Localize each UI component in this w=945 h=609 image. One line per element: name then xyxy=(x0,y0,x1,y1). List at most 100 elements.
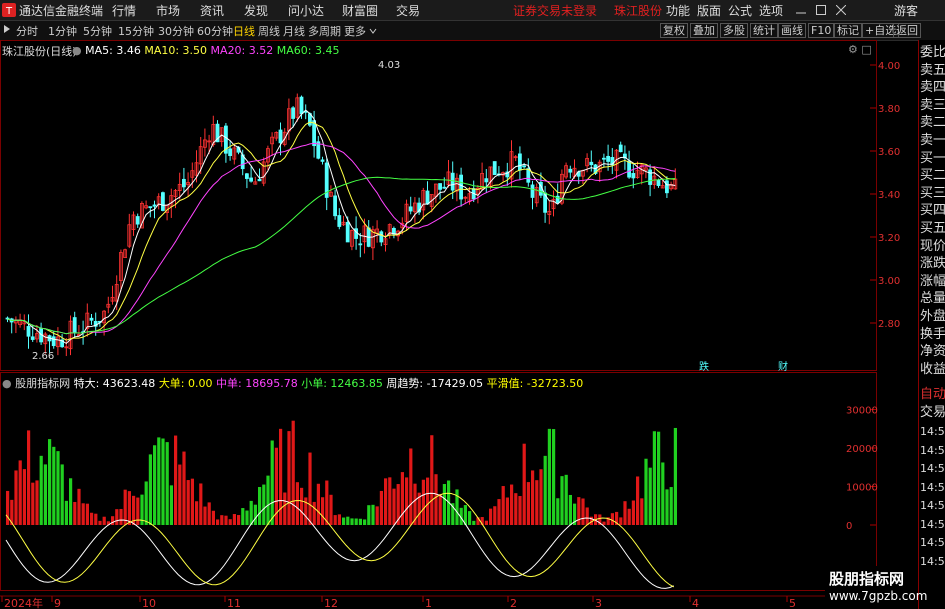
close-icon[interactable] xyxy=(835,4,847,18)
menu-formula[interactable]: 公式 xyxy=(728,2,752,19)
candle-body xyxy=(459,174,464,200)
period-60min[interactable]: 60分钟 xyxy=(197,23,233,39)
menu-function[interactable]: 功能 xyxy=(666,2,690,19)
candle-body xyxy=(665,180,669,194)
menu-trade[interactable]: 交易 xyxy=(396,2,420,19)
period-intraday[interactable]: 分时 xyxy=(16,23,38,39)
indicator-bar xyxy=(409,448,413,525)
price-tick: 3.20 xyxy=(878,233,900,244)
indicator-large: 大单: 0.00 xyxy=(158,377,213,390)
period-monthly[interactable]: 月线 xyxy=(283,23,305,39)
indicator-bar xyxy=(375,506,379,525)
period-30min[interactable]: 30分钟 xyxy=(158,23,194,39)
date-tick: 2024年 xyxy=(4,596,43,609)
candle-body xyxy=(135,216,140,225)
menu-options[interactable]: 选项 xyxy=(759,2,783,19)
period-15min[interactable]: 15分钟 xyxy=(118,23,154,39)
ma60-label: MA60: 3.45 xyxy=(276,44,340,57)
indicator-bar xyxy=(253,504,257,525)
indicator-bar xyxy=(426,477,430,525)
indicator-bar xyxy=(39,455,43,525)
date-tick: 4 xyxy=(692,597,699,609)
login-status[interactable]: 证券交易未登录 xyxy=(513,2,597,19)
date-tick: 11 xyxy=(227,597,241,609)
indicator-bar xyxy=(111,516,115,525)
guest-label[interactable]: 游客 xyxy=(894,2,918,19)
panel-close-icon[interactable]: □ xyxy=(861,43,871,56)
tick-time: 14:56 xyxy=(920,554,945,568)
indicator-tick: 20000 xyxy=(846,444,878,455)
period-multi[interactable]: 多周期 xyxy=(308,23,341,39)
period-1min[interactable]: 1分钟 xyxy=(48,23,77,39)
candle-body xyxy=(589,161,594,166)
maximize-icon[interactable] xyxy=(816,4,826,18)
indicator-bar xyxy=(174,435,178,525)
indicator-bar xyxy=(127,491,131,525)
period-5min[interactable]: 5分钟 xyxy=(83,23,112,39)
date-tick: 10 xyxy=(142,597,156,609)
indicator-bar xyxy=(69,478,73,525)
back-button[interactable]: 返回 xyxy=(893,23,921,38)
menu-market[interactable]: 行情 xyxy=(112,2,136,19)
period-weekly[interactable]: 周线 xyxy=(258,23,280,39)
stats-button[interactable]: 统计 xyxy=(750,23,778,38)
quote-side-panel: 委比 卖五 卖四 卖三 卖二 卖一 买一 买二 买三 买四 买五 现价 涨跌 涨幅 总量 外盘 换手 净资 收益 自动… xyxy=(918,40,945,609)
f10-button[interactable]: F10 xyxy=(808,23,835,38)
candle-body xyxy=(484,178,489,183)
menu-discover[interactable]: 发现 xyxy=(244,2,268,19)
indicator-bar xyxy=(224,515,228,525)
toolbar-toggle-icon[interactable] xyxy=(2,23,12,38)
mark-button[interactable]: 标记 xyxy=(834,23,862,38)
period-more[interactable]: 更多 xyxy=(344,23,366,39)
indicator-bar xyxy=(371,504,375,525)
candle-body xyxy=(257,179,262,182)
indicator-icon[interactable]: ● xyxy=(2,377,12,390)
date-tick: 12 xyxy=(324,597,338,609)
menu-wealth-circle[interactable]: 财富圈 xyxy=(342,2,378,19)
indicator-bar xyxy=(195,501,199,525)
indicator-bar xyxy=(505,497,509,525)
indicator-bar xyxy=(207,502,211,525)
candle-body xyxy=(244,173,249,179)
ma-legend-icon[interactable]: ● xyxy=(72,44,82,57)
indicator-bar xyxy=(270,440,274,525)
candle-body xyxy=(568,168,573,173)
indicator-bar xyxy=(564,474,568,525)
app-title: 通达信金融终端 xyxy=(19,4,104,18)
indicator-bar xyxy=(501,486,505,525)
indicator-bar xyxy=(379,490,383,525)
kline-title: 珠江股份(日线) xyxy=(2,43,77,59)
menu-ask[interactable]: 问小达 xyxy=(288,2,324,19)
indicator-bar xyxy=(657,431,661,525)
chevron-down-icon[interactable] xyxy=(369,25,377,38)
candle-body xyxy=(450,172,455,191)
candle-body xyxy=(30,336,35,340)
indicator-bar xyxy=(216,519,220,525)
watermark: 股朋指标网 www.7gpzb.com xyxy=(825,566,927,609)
date-tick: 9 xyxy=(54,597,61,609)
side-item-trade[interactable]: 交易 xyxy=(920,402,945,423)
candle-body xyxy=(89,317,94,321)
stock-chart[interactable]: 4.003.803.603.403.203.002.80300002000010… xyxy=(0,40,918,609)
draw-line-button[interactable]: 画线 xyxy=(778,23,806,38)
candle-body xyxy=(72,317,77,333)
multi-stock-button[interactable]: 多股 xyxy=(720,23,748,38)
indicator-bar xyxy=(31,482,35,525)
side-item[interactable]: 收益 xyxy=(920,359,945,380)
menu-markets[interactable]: 市场 xyxy=(156,2,180,19)
minimize-icon[interactable] xyxy=(796,4,806,18)
indicator-super: 特大: 43623.48 xyxy=(73,377,156,390)
adjust-button[interactable]: 复权 xyxy=(660,23,688,38)
kline-panel-controls: ⚙ □ xyxy=(848,43,872,56)
indicator-bar xyxy=(472,520,476,525)
menu-layout[interactable]: 版面 xyxy=(697,2,721,19)
indicator-bar xyxy=(220,515,224,525)
overlay-button[interactable]: 叠加 xyxy=(690,23,718,38)
menu-news[interactable]: 资讯 xyxy=(200,2,224,19)
indicator-bar xyxy=(56,451,60,525)
indicator-bar xyxy=(153,445,157,525)
watermark-title: 股朋指标网 xyxy=(829,570,905,588)
period-daily[interactable]: 日线 xyxy=(233,23,255,39)
settings-icon[interactable]: ⚙ xyxy=(848,43,858,56)
svg-text:T: T xyxy=(5,6,13,17)
